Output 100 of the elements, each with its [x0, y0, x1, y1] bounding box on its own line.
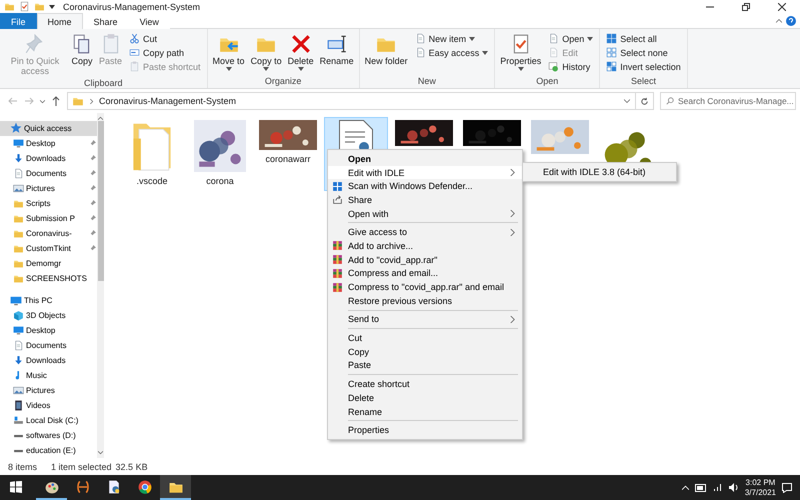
image-icon [13, 182, 24, 194]
menu-item[interactable]: Scan with Windows Defender... [328, 179, 522, 194]
menu-item[interactable]: Compress and email... [328, 266, 522, 280]
menu-item[interactable]: Paste [328, 358, 522, 372]
address-field[interactable]: Coronavirus-Management-System [67, 92, 654, 110]
ribbon-tab[interactable]: File [0, 13, 37, 29]
menu-item[interactable]: Copy [328, 344, 522, 359]
file-name[interactable]: corona [206, 176, 234, 186]
down-arrow-icon [13, 355, 24, 366]
sidebar-item[interactable]: Desktop [0, 323, 97, 338]
sidebar-item[interactable]: SCREENSHOTS [0, 270, 97, 286]
chevron-icon[interactable] [682, 485, 689, 490]
file-name[interactable]: coronawarr [265, 154, 311, 164]
sidebar-item[interactable]: 3D Objects [0, 308, 97, 324]
sidebar-item[interactable]: Submission P [0, 210, 97, 226]
ribbon-button[interactable]: Cut [126, 32, 204, 45]
menu-item[interactable]: Edit with IDLE [328, 166, 522, 180]
menu-item[interactable]: Restore previous versions [328, 294, 522, 308]
ribbon-button[interactable]: Delete [286, 31, 316, 76]
sidebar-item[interactable]: Downloads [0, 353, 97, 368]
pin-icon [89, 244, 96, 252]
sidebar-item[interactable]: Coronavirus- [0, 226, 97, 241]
menu-item[interactable]: Send to [328, 312, 522, 326]
item-count: 8 items [8, 462, 38, 472]
sidebar-item[interactable]: education (E:) [0, 443, 97, 458]
sidebar-item[interactable]: Quick access [0, 121, 97, 136]
sidebar-item[interactable]: Demomgr [0, 256, 97, 271]
ribbon-button[interactable]: Move to [210, 31, 247, 76]
selection-info: 1 item selected [51, 462, 112, 472]
document-icon [13, 340, 24, 352]
up-icon[interactable] [51, 96, 61, 106]
menu-item[interactable]: Add to "covid_app.rar" [328, 252, 522, 266]
file-name[interactable]: .vscode [136, 176, 168, 186]
menu-item[interactable]: Edit with IDLE 3.8 (64-bit) [523, 165, 676, 179]
books-icon [332, 282, 343, 293]
pin-icon [89, 184, 96, 192]
menu-item[interactable]: Create shortcut [328, 377, 522, 391]
ribbon-button[interactable]: Open [545, 32, 596, 45]
ribbon-tab[interactable]: Share [82, 13, 129, 29]
sidebar-item[interactable]: CustomTkint [0, 240, 97, 256]
battery-icon[interactable] [694, 484, 707, 492]
ribbon-button[interactable]: Copy to [248, 31, 284, 76]
sidebar-item[interactable]: This PC [0, 293, 97, 308]
menu-item[interactable]: Share [328, 193, 522, 207]
search-field[interactable]: Search Coronavirus-Manage... [660, 92, 796, 110]
ribbon-button[interactable]: Copy path [126, 46, 204, 59]
menu-item[interactable]: Cut [328, 331, 522, 345]
ribbon-button[interactable]: Select all [603, 32, 684, 45]
ribbon-button[interactable]: Select none [603, 46, 684, 59]
browser-icon [136, 478, 152, 494]
menu-item[interactable]: Properties [328, 423, 522, 438]
chevron-icon [98, 450, 103, 455]
pin-icon [89, 230, 96, 237]
ribbon-button[interactable]: New folder [362, 31, 410, 76]
new-item-icon [414, 33, 426, 44]
sidebar-item[interactable]: Scripts [0, 196, 97, 211]
books-icon [332, 254, 343, 266]
monitor-icon [13, 138, 24, 149]
network-icon[interactable] [712, 483, 723, 492]
scrollbar-thumb[interactable] [98, 121, 104, 281]
menu-item[interactable]: Open [328, 152, 522, 166]
ribbon-button[interactable]: New item [412, 32, 492, 45]
menu-item[interactable]: Open with [328, 206, 522, 220]
sidebar-item[interactable]: Pictures [0, 180, 97, 196]
volume-icon[interactable] [728, 483, 739, 492]
refresh-icon [640, 96, 649, 106]
ribbon-button[interactable]: Invert selection [603, 60, 684, 73]
menu-item[interactable]: Delete [328, 391, 522, 405]
caret-icon [298, 67, 304, 71]
taskbar-app[interactable] [160, 475, 191, 500]
sidebar-item[interactable]: Local Disk (C:) [0, 413, 97, 428]
sidebar-item[interactable]: Music [0, 368, 97, 384]
sidebar-item[interactable]: Videos [0, 398, 97, 414]
sidebar-item[interactable]: Desktop [0, 136, 97, 151]
clock-date[interactable]: 3/7/2021 [744, 488, 776, 498]
ribbon-button[interactable]: Properties [498, 31, 544, 76]
menu-item[interactable]: Rename [328, 404, 522, 418]
ribbon-button[interactable]: History [545, 60, 596, 73]
history-icon [548, 61, 560, 72]
menu-item[interactable]: Compress to "covid_app.rar" and email [328, 280, 522, 294]
menu-item[interactable]: Add to archive... [328, 239, 522, 253]
ribbon-button[interactable]: Easy access [412, 46, 492, 59]
caret-icon [469, 36, 476, 40]
sidebar-item[interactable]: Pictures [0, 383, 97, 398]
sidebar-item[interactable]: Documents [0, 166, 97, 181]
ribbon-tab[interactable]: View [128, 13, 170, 29]
sidebar-item[interactable]: Documents [0, 338, 97, 354]
ribbon-tab[interactable]: Home [36, 13, 83, 29]
notification-icon[interactable] [782, 482, 792, 492]
sidebar-item[interactable]: Downloads [0, 150, 97, 166]
rename-icon [326, 33, 348, 55]
menu-item[interactable]: Give access to [328, 225, 522, 240]
sidebar-item[interactable]: softwares (D:) [0, 428, 97, 444]
ribbon-button[interactable]: Copy [69, 31, 95, 78]
clock-time[interactable]: 3:02 PM [746, 478, 776, 488]
windows-icon [10, 480, 22, 492]
caret-icon [482, 50, 488, 54]
help-icon[interactable] [786, 16, 796, 26]
caret-icon [587, 36, 594, 40]
ribbon-button[interactable]: Rename [318, 31, 356, 76]
